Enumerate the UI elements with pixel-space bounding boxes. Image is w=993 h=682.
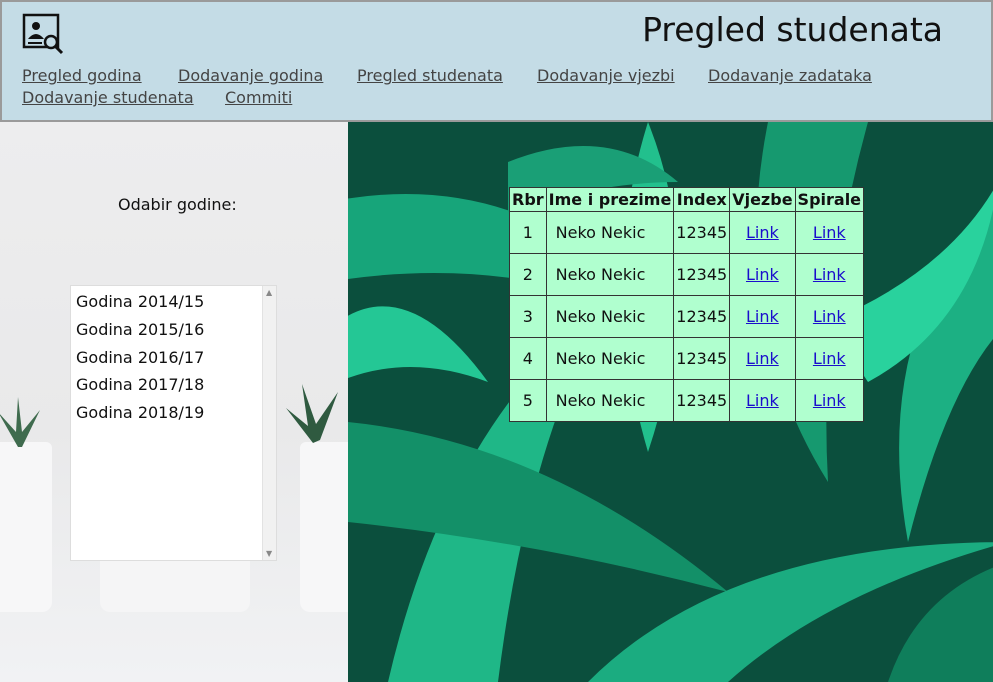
nav-dodavanje-studenata[interactable]: Dodavanje studenata — [22, 88, 194, 107]
cell-index: 12345 — [673, 211, 731, 254]
spirale-link[interactable]: Link — [813, 391, 846, 410]
column-header-index: Index — [673, 187, 731, 212]
vjezbe-link[interactable]: Link — [746, 307, 779, 326]
cell-name: Neko Nekic — [545, 253, 675, 296]
year-listbox[interactable]: Godina 2014/15 Godina 2015/16 Godina 201… — [70, 285, 277, 561]
cell-rbr: 1 — [509, 211, 547, 254]
year-selection-panel: Odabir godine: Godina 2014/15 Godina 201… — [0, 122, 348, 682]
cell-index: 12345 — [673, 379, 731, 422]
cell-vjezbe: Link — [729, 379, 796, 422]
nav-pregled-godina[interactable]: Pregled godina — [22, 66, 142, 85]
cell-rbr: 4 — [509, 337, 547, 380]
header: Pregled studenata Pregled godina Dodavan… — [0, 0, 993, 122]
succulent-left-icon — [0, 397, 40, 447]
table-header-row: Rbr Ime i prezime Index Vjezbe Spirale — [509, 187, 865, 212]
year-option[interactable]: Godina 2015/16 — [76, 320, 204, 339]
column-header-name: Ime i prezime — [545, 187, 675, 212]
column-header-rbr: Rbr — [509, 187, 547, 212]
nav-pregled-studenata[interactable]: Pregled studenata — [357, 66, 503, 85]
vjezbe-link[interactable]: Link — [746, 391, 779, 410]
column-header-spirale: Spirale — [794, 187, 865, 212]
cell-spirale: Link — [794, 379, 865, 422]
cell-vjezbe: Link — [729, 253, 796, 296]
vjezbe-link[interactable]: Link — [746, 223, 779, 242]
year-option[interactable]: Godina 2016/17 — [76, 348, 204, 367]
cell-name: Neko Nekic — [545, 379, 675, 422]
listbox-scrollbar[interactable]: ▲ ▼ — [262, 286, 276, 560]
spirale-link[interactable]: Link — [813, 265, 846, 284]
spirale-link[interactable]: Link — [813, 307, 846, 326]
table-row: 1 Neko Nekic 12345 Link Link — [509, 211, 865, 254]
cell-vjezbe: Link — [729, 295, 796, 338]
students-table: Rbr Ime i prezime Index Vjezbe Spirale 1… — [509, 187, 865, 422]
year-option[interactable]: Godina 2018/19 — [76, 403, 204, 422]
column-header-vjezbe: Vjezbe — [729, 187, 796, 212]
vjezbe-link[interactable]: Link — [746, 265, 779, 284]
nav-commiti[interactable]: Commiti — [225, 88, 292, 107]
cell-index: 12345 — [673, 295, 731, 338]
cell-rbr: 2 — [509, 253, 547, 296]
cell-spirale: Link — [794, 337, 865, 380]
student-search-icon — [22, 13, 64, 55]
cell-name: Neko Nekic — [545, 337, 675, 380]
cell-index: 12345 — [673, 253, 731, 296]
scroll-down-icon[interactable]: ▼ — [266, 549, 272, 558]
page-title: Pregled studenata — [642, 10, 943, 49]
cell-name: Neko Nekic — [545, 295, 675, 338]
succulent-right-icon — [286, 384, 338, 443]
cell-vjezbe: Link — [729, 337, 796, 380]
year-option[interactable]: Godina 2014/15 — [76, 292, 204, 311]
nav-dodavanje-vjezbi[interactable]: Dodavanje vjezbi — [537, 66, 675, 85]
nav-dodavanje-zadataka[interactable]: Dodavanje zadataka — [708, 66, 872, 85]
scroll-up-icon[interactable]: ▲ — [266, 288, 272, 297]
year-select-label: Odabir godine: — [118, 195, 237, 214]
plant-pot-left — [0, 442, 52, 612]
nav-dodavanje-godina[interactable]: Dodavanje godina — [178, 66, 323, 85]
vjezbe-link[interactable]: Link — [746, 349, 779, 368]
cell-spirale: Link — [794, 211, 865, 254]
cell-rbr: 3 — [509, 295, 547, 338]
cell-name: Neko Nekic — [545, 211, 675, 254]
cell-spirale: Link — [794, 253, 865, 296]
table-row: 5 Neko Nekic 12345 Link Link — [509, 379, 865, 422]
year-option[interactable]: Godina 2017/18 — [76, 375, 204, 394]
cell-index: 12345 — [673, 337, 731, 380]
plant-pot-right — [300, 442, 348, 612]
cell-vjezbe: Link — [729, 211, 796, 254]
cell-rbr: 5 — [509, 379, 547, 422]
table-row: 3 Neko Nekic 12345 Link Link — [509, 295, 865, 338]
table-row: 4 Neko Nekic 12345 Link Link — [509, 337, 865, 380]
cell-spirale: Link — [794, 295, 865, 338]
spirale-link[interactable]: Link — [813, 349, 846, 368]
table-row: 2 Neko Nekic 12345 Link Link — [509, 253, 865, 296]
spirale-link[interactable]: Link — [813, 223, 846, 242]
